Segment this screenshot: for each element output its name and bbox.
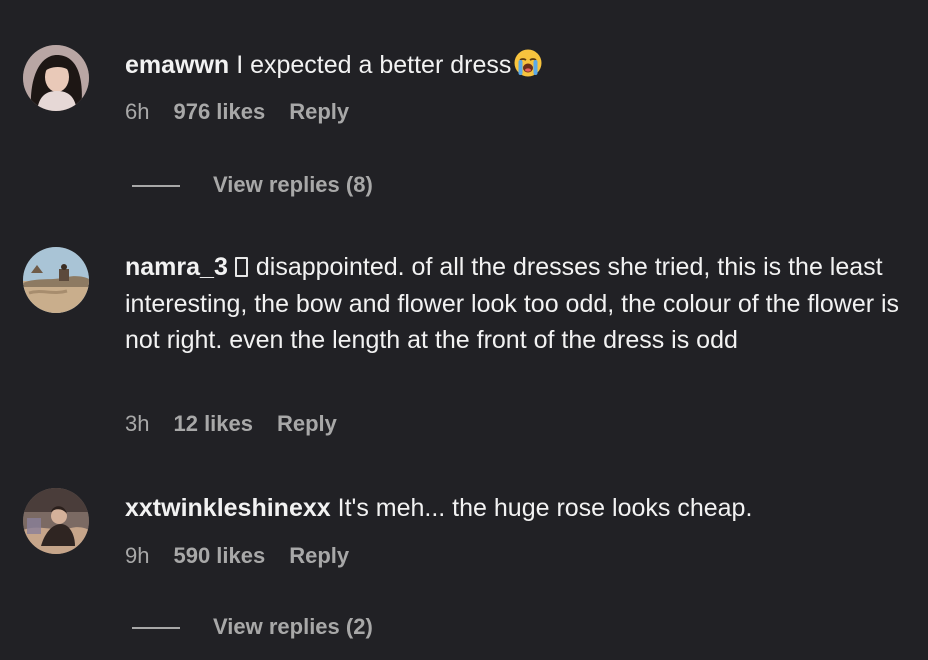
comment-time: 9h <box>125 543 150 568</box>
comment-text: emawwn I expected a better dress <box>125 47 905 84</box>
comment-meta: 6h 976 likes Reply <box>125 99 349 125</box>
comment-username[interactable]: namra_3 <box>125 253 228 281</box>
avatar-image <box>23 488 89 554</box>
comment-likes[interactable]: 976 likes <box>173 99 265 125</box>
reply-button[interactable]: Reply <box>289 99 349 125</box>
avatar[interactable] <box>23 488 89 554</box>
comment-likes[interactable]: 590 likes <box>173 543 265 569</box>
comment-time: 6h <box>125 99 150 124</box>
comment-text: xxtwinkleshinexx It's meh... the huge ros… <box>125 490 905 527</box>
loudly-crying-face-icon <box>513 48 543 78</box>
comment-body: I expected a better dress <box>236 51 512 79</box>
avatar[interactable] <box>23 45 89 111</box>
avatar-image <box>23 247 89 313</box>
avatar-image <box>23 45 89 111</box>
comment-likes[interactable]: 12 likes <box>173 411 253 437</box>
reply-button[interactable]: Reply <box>277 411 337 437</box>
divider-line <box>132 185 180 187</box>
view-replies-button[interactable]: View replies (2) <box>132 614 373 640</box>
view-replies-label: View replies (2) <box>213 614 373 639</box>
comment-meta: 9h 590 likes Reply <box>125 543 349 569</box>
reply-button[interactable]: Reply <box>289 543 349 569</box>
view-replies-label: View replies (8) <box>213 172 373 197</box>
comment-text: namra_3 disappointed. of all the dresses … <box>125 249 905 359</box>
comment-username[interactable]: xxtwinkleshinexx <box>125 494 331 522</box>
comment-time: 3h <box>125 411 150 436</box>
comment-meta: 3h 12 likes Reply <box>125 411 337 437</box>
avatar[interactable] <box>23 247 89 313</box>
comment-body: It's meh... the huge rose looks cheap. <box>337 494 753 522</box>
divider-line <box>132 627 180 629</box>
comment-username[interactable]: emawwn <box>125 51 229 79</box>
view-replies-button[interactable]: View replies (8) <box>132 172 373 198</box>
unrendered-emoji-icon <box>234 257 248 277</box>
